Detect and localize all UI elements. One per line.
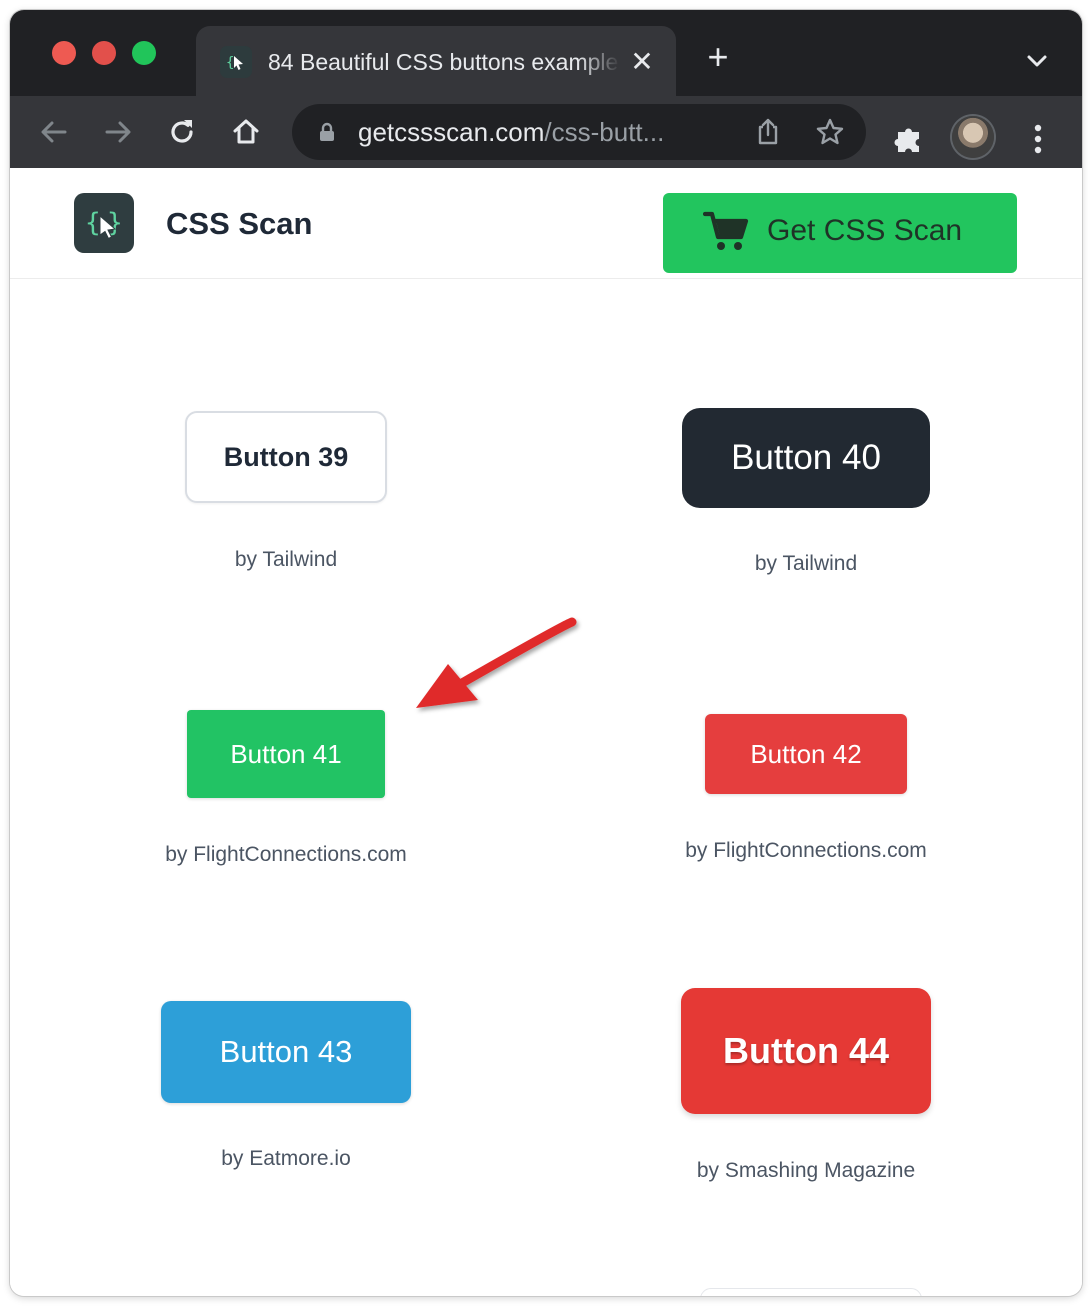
url-host: getcssscan.com xyxy=(358,117,545,147)
new-tab-button[interactable]: + xyxy=(700,39,736,76)
browser-window: { 84 Beautiful CSS buttons examples ✕ + xyxy=(10,10,1082,1296)
close-window-button[interactable] xyxy=(52,41,76,65)
brand-name[interactable]: CSS Scan xyxy=(166,202,312,246)
site-header: { } CSS Scan Get CSS Scan xyxy=(10,168,1082,279)
back-arrow-icon[interactable] xyxy=(34,112,74,152)
address-bar[interactable]: getcssscan.com/css-butt... xyxy=(292,104,866,160)
home-icon[interactable] xyxy=(226,112,266,152)
demo-button-39[interactable]: Button 39 xyxy=(185,411,387,503)
reload-icon[interactable] xyxy=(162,112,202,152)
tab-title: 84 Beautiful CSS buttons examples xyxy=(268,49,620,75)
css-scan-logo[interactable]: { } xyxy=(74,193,134,253)
annotation-arrow-icon xyxy=(408,608,588,718)
shopping-cart-icon xyxy=(702,209,751,253)
credit-button-40[interactable]: by Tailwind xyxy=(706,550,906,578)
browser-toolbar: getcssscan.com/css-butt... xyxy=(10,96,1082,168)
next-demo-button-peek xyxy=(700,1288,922,1296)
tab-close-icon[interactable]: ✕ xyxy=(628,48,656,76)
demo-button-43[interactable]: Button 43 xyxy=(161,1001,411,1103)
get-css-scan-button[interactable]: Get CSS Scan xyxy=(663,193,1017,273)
cta-label: Get CSS Scan xyxy=(767,214,963,247)
credit-button-44[interactable]: by Smashing Magazine xyxy=(656,1157,956,1185)
credit-button-43[interactable]: by Eatmore.io xyxy=(136,1145,436,1173)
minimize-window-button[interactable] xyxy=(92,41,116,65)
web-page: { } CSS Scan Get CSS Scan Button 39 by T… xyxy=(10,168,1082,1296)
credit-button-42[interactable]: by FlightConnections.com xyxy=(656,837,956,865)
chevron-down-icon[interactable] xyxy=(1022,46,1052,76)
forward-arrow-icon[interactable] xyxy=(98,112,138,152)
star-icon[interactable] xyxy=(814,116,846,148)
title-bar: { 84 Beautiful CSS buttons examples ✕ + xyxy=(10,10,1082,96)
url-path: /css-butt... xyxy=(544,117,665,147)
demo-button-44[interactable]: Button 44 xyxy=(681,988,931,1114)
browser-tab[interactable]: { 84 Beautiful CSS buttons examples ✕ xyxy=(196,26,676,96)
maximize-window-button[interactable] xyxy=(132,41,156,65)
profile-avatar[interactable] xyxy=(952,116,994,158)
lock-icon[interactable] xyxy=(316,121,338,143)
share-icon[interactable] xyxy=(752,116,784,148)
credit-button-41[interactable]: by FlightConnections.com xyxy=(136,841,436,869)
demo-button-41[interactable]: Button 41 xyxy=(187,710,385,798)
favicon-icon: { xyxy=(220,46,252,78)
demo-button-40[interactable]: Button 40 xyxy=(682,408,930,508)
svg-text:{: { xyxy=(85,208,101,238)
credit-button-39[interactable]: by Tailwind xyxy=(186,546,386,574)
puzzle-piece-icon[interactable] xyxy=(892,122,926,156)
demo-button-42[interactable]: Button 42 xyxy=(705,714,907,794)
svg-text:{: { xyxy=(226,55,234,71)
url-text: getcssscan.com/css-butt... xyxy=(358,114,718,150)
kebab-menu-icon[interactable] xyxy=(1026,122,1050,156)
